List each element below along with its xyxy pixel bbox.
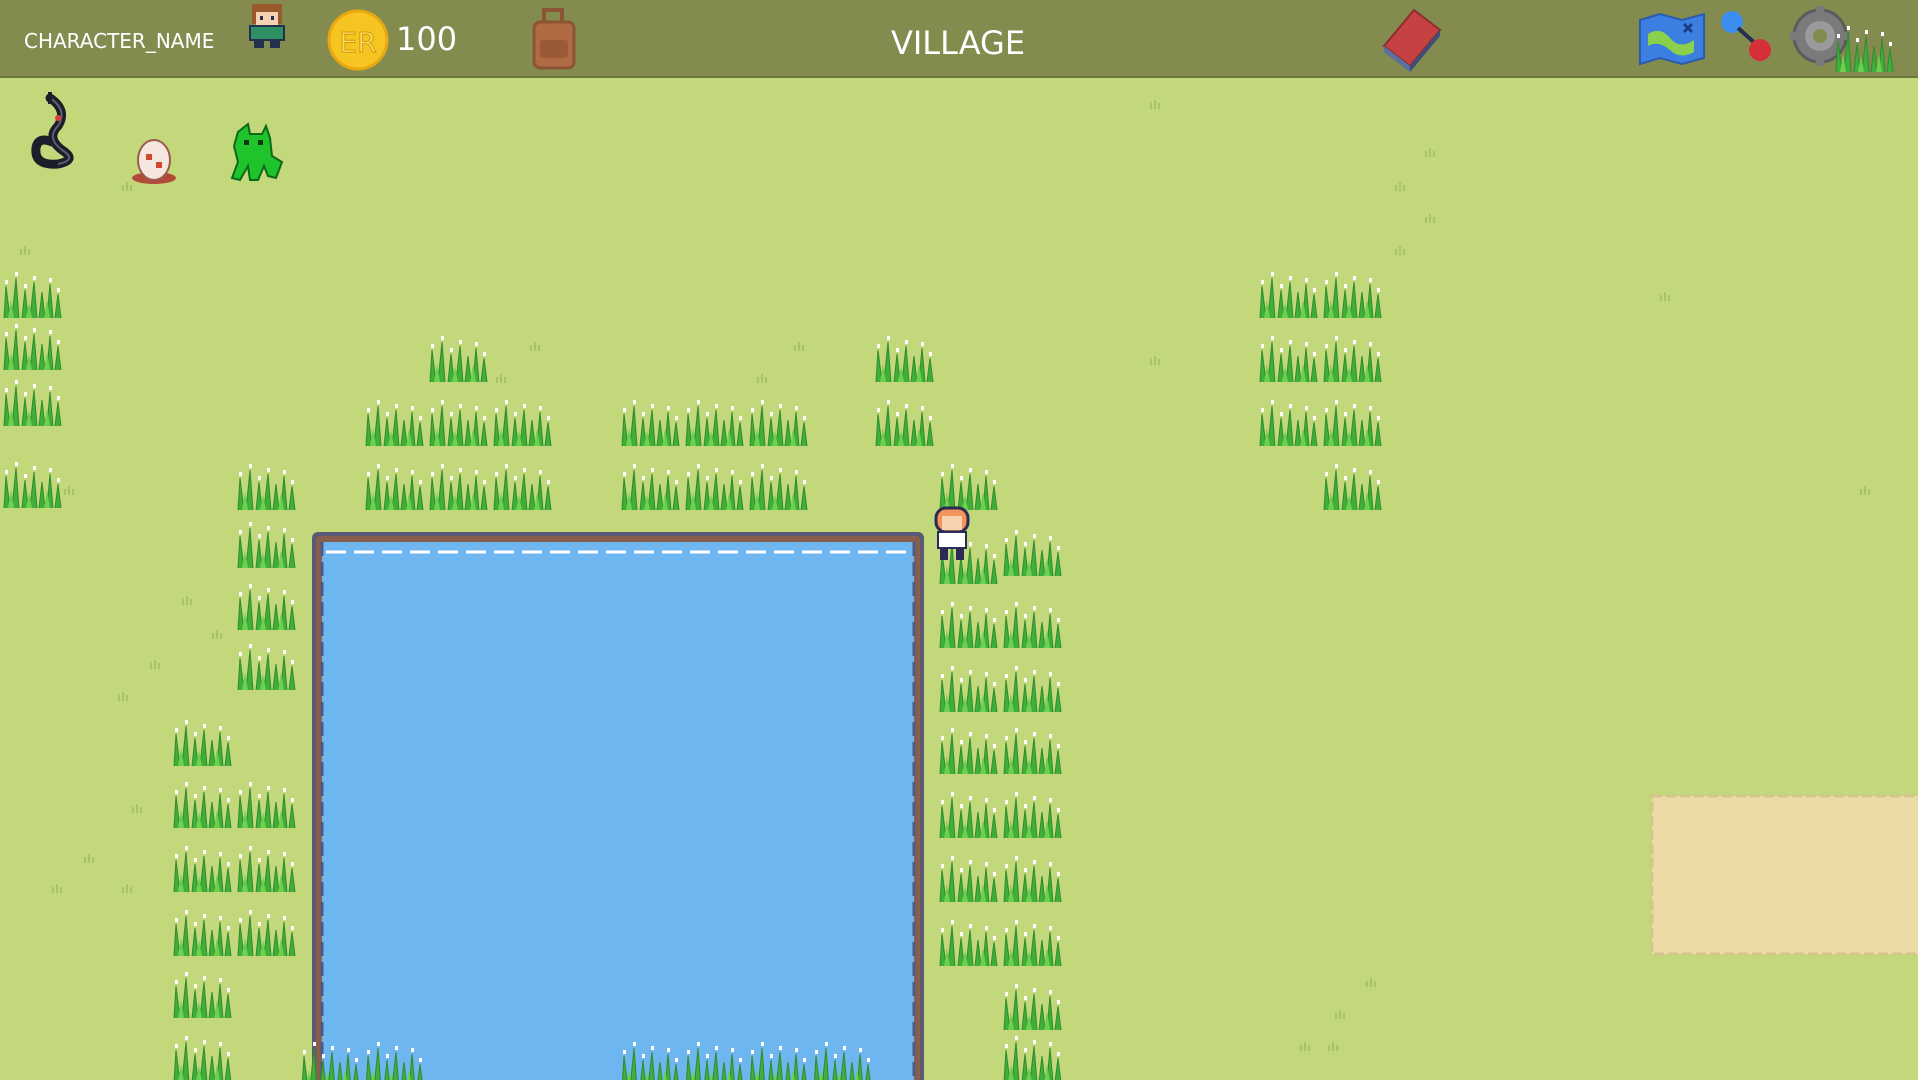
sand-patch <box>1650 794 1918 956</box>
game-screen: CHARACTER_NAME ER 100 VILLAGE <box>0 0 1918 1080</box>
location-title: VILLAGE <box>891 24 1025 62</box>
character-name-label: CHARACTER_NAME <box>24 29 214 53</box>
coin-count: 100 <box>396 20 457 58</box>
coin-symbol: ER <box>339 26 376 59</box>
coin-icon: ER <box>327 9 389 71</box>
pond <box>312 532 924 1080</box>
map-icon[interactable] <box>1639 12 1705 66</box>
